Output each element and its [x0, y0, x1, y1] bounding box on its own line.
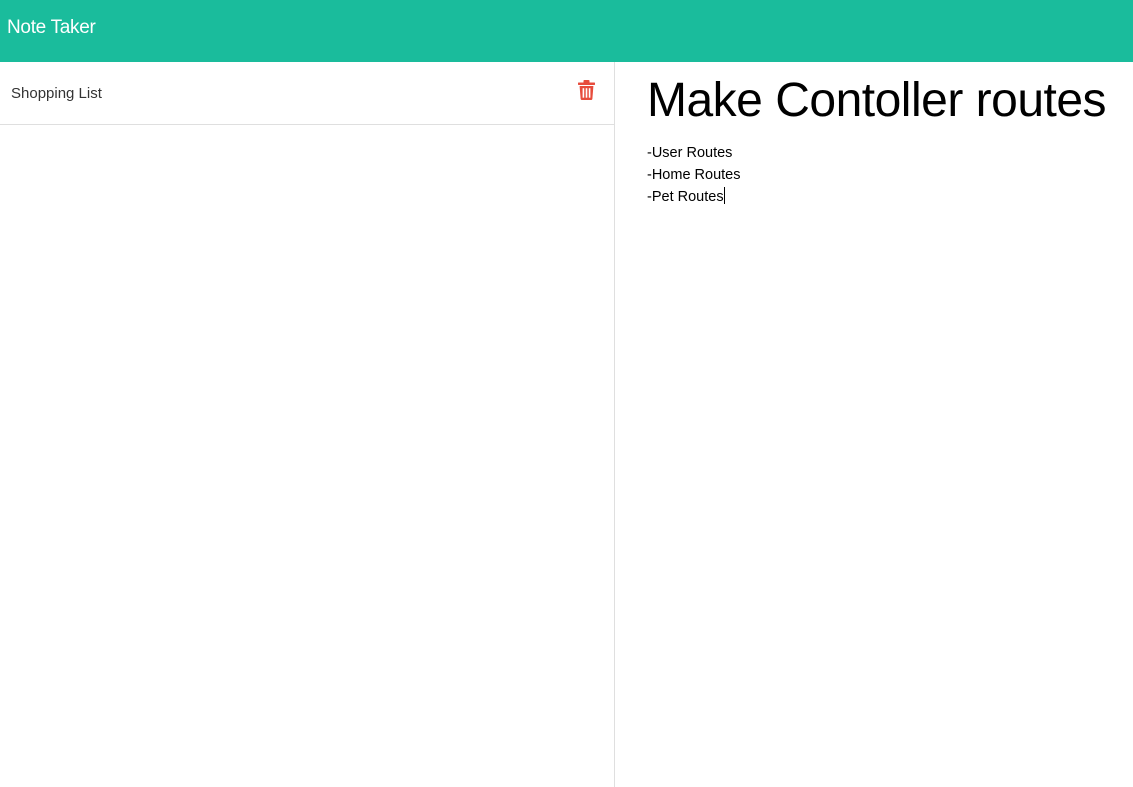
trash-icon[interactable]	[578, 80, 595, 100]
note-body-text: -User Routes -Home Routes -Pet Routes	[647, 145, 741, 205]
notes-sidebar: Shopping List	[0, 62, 615, 787]
text-cursor	[723, 187, 725, 204]
note-body-textarea[interactable]: -User Routes -Home Routes -Pet Routes	[647, 142, 1117, 762]
note-title-input[interactable]: Make Contoller routes	[647, 72, 1133, 130]
note-item-title[interactable]: Shopping List	[11, 85, 102, 102]
navbar: Note Taker	[0, 0, 1133, 62]
note-editor: Make Contoller routes -User Routes -Home…	[615, 62, 1133, 787]
navbar-brand[interactable]: Note Taker	[7, 17, 96, 39]
note-list-item[interactable]: Shopping List	[0, 62, 614, 125]
